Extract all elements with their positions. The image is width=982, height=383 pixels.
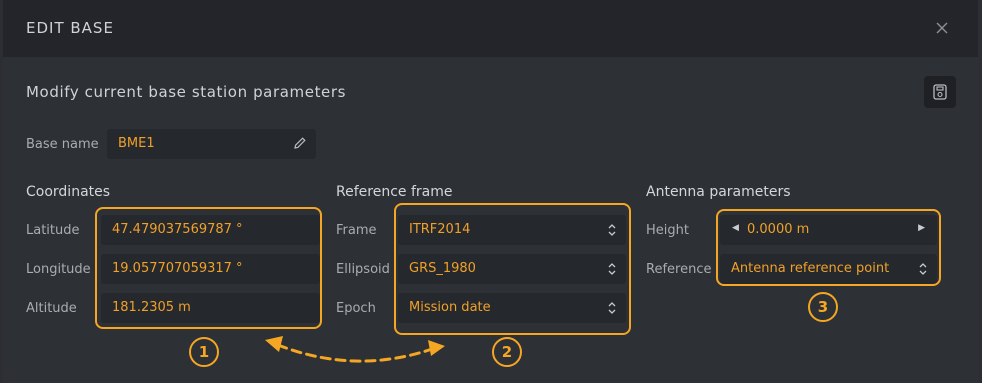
- frame-select[interactable]: ITRF2014: [398, 215, 626, 245]
- height-stepper[interactable]: ◀ 0.0000 m ▶: [720, 215, 937, 245]
- base-name-value: BME1: [118, 136, 155, 151]
- dialog-title: EDIT BASE: [26, 19, 114, 37]
- longitude-label: Longitude: [26, 262, 91, 277]
- antenna-title: Antenna parameters: [646, 184, 791, 200]
- dialog-header: EDIT BASE: [3, 0, 978, 57]
- epoch-value: Mission date: [409, 300, 491, 315]
- pencil-icon[interactable]: [293, 136, 307, 150]
- longitude-value: 19.057707059317 °: [112, 261, 243, 276]
- save-icon: [933, 84, 947, 100]
- altitude-field[interactable]: 181.2305 m: [101, 293, 320, 323]
- antenna-reference-select[interactable]: Antenna reference point: [720, 254, 937, 284]
- background-edge-right: [978, 0, 982, 383]
- latitude-field[interactable]: 47.479037569787 °: [101, 215, 320, 245]
- frame-value: ITRF2014: [409, 222, 471, 237]
- close-icon: [936, 22, 948, 34]
- frame-label: Frame: [336, 223, 377, 238]
- decrement-arrow-icon[interactable]: ◀: [732, 223, 739, 233]
- save-button[interactable]: [924, 76, 956, 108]
- updown-icon: [608, 263, 616, 275]
- altitude-label: Altitude: [26, 301, 77, 316]
- close-button[interactable]: [930, 16, 954, 40]
- antenna-reference-value: Antenna reference point: [731, 261, 890, 276]
- edit-base-dialog: EDIT BASE Modify current base station pa…: [3, 0, 978, 383]
- latitude-label: Latitude: [26, 223, 80, 238]
- altitude-value: 181.2305 m: [112, 300, 191, 315]
- ellipsoid-label: Ellipsoid: [336, 262, 390, 277]
- updown-icon: [919, 263, 927, 275]
- antenna-reference-label: Reference: [646, 262, 712, 277]
- ellipsoid-select[interactable]: GRS_1980: [398, 254, 626, 284]
- height-value: 0.0000 m: [747, 222, 810, 237]
- base-name-field[interactable]: BME1: [107, 129, 316, 159]
- callout-1: 1: [189, 337, 219, 367]
- increment-arrow-icon[interactable]: ▶: [918, 223, 925, 233]
- callout-3: 3: [808, 292, 838, 322]
- updown-icon: [608, 302, 616, 314]
- longitude-field[interactable]: 19.057707059317 °: [101, 254, 320, 284]
- ellipsoid-value: GRS_1980: [409, 261, 476, 276]
- epoch-label: Epoch: [336, 301, 376, 316]
- updown-icon: [608, 224, 616, 236]
- base-name-label: Base name: [26, 137, 99, 152]
- latitude-value: 47.479037569787 °: [112, 222, 243, 237]
- dialog-subtitle: Modify current base station parameters: [26, 83, 347, 101]
- callout-2: 2: [492, 337, 522, 367]
- reference-frame-title: Reference frame: [336, 184, 453, 200]
- height-label: Height: [646, 223, 689, 238]
- epoch-select[interactable]: Mission date: [398, 293, 626, 323]
- coordinates-title: Coordinates: [26, 184, 111, 200]
